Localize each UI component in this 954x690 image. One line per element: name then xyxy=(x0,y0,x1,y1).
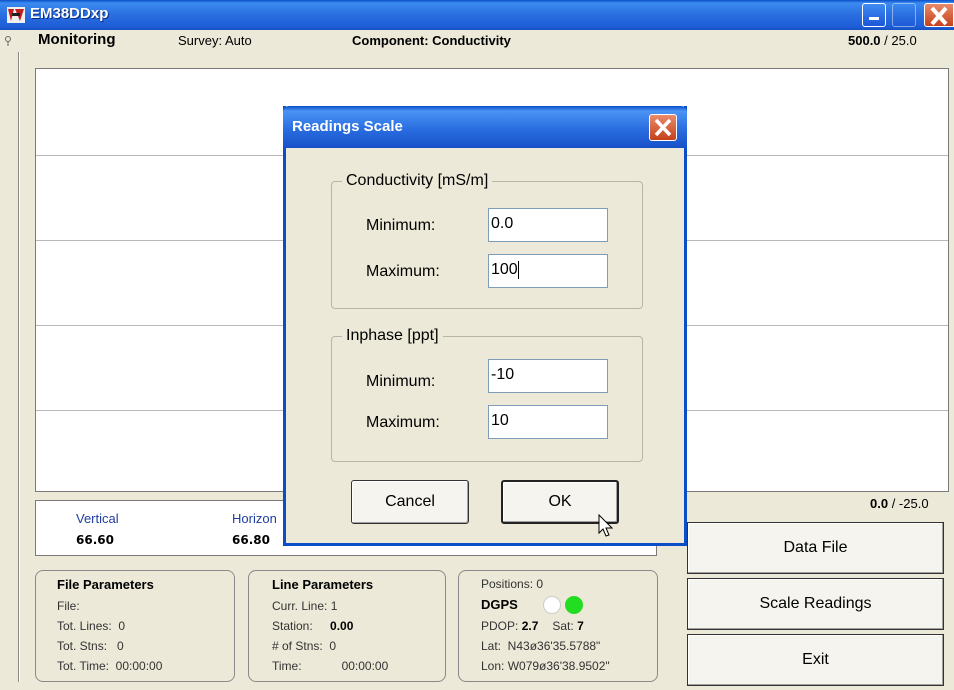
gps-group: Positions: 0 DGPS PDOP: 2.7 Sat: 7 Lat: N… xyxy=(458,570,658,682)
inphase-group: Inphase [ppt] Minimum: -10 Maximum: 10 xyxy=(331,327,643,462)
dialog-title: Readings Scale xyxy=(292,118,403,135)
line-parameters-group: Line Parameters Curr. Line: 1 Station: 0… xyxy=(248,570,446,682)
dgps-indicator-white xyxy=(543,596,561,614)
num-stations: # of Stns: 0 xyxy=(272,639,337,653)
close-icon xyxy=(654,118,672,137)
window-titlebar: EM38DDxp xyxy=(0,0,954,30)
conductivity-group: Conductivity [mS/m] Minimum: 0.0 Maximum… xyxy=(331,172,643,309)
positions-count: Positions: 0 xyxy=(481,577,544,591)
file-parameters-group: File Parameters File: Tot. Lines: 0 Tot.… xyxy=(35,570,235,682)
scale-top: 500.0 / 25.0 xyxy=(848,33,917,48)
scale-bottom: 0.0 / -25.0 xyxy=(870,496,929,511)
latitude: Lat: N43ø36'35.5788" xyxy=(481,639,601,653)
inph-min-input[interactable]: -10 xyxy=(488,359,608,393)
vertical-label: Vertical xyxy=(76,511,119,526)
survey-mode: Survey: Auto xyxy=(178,33,252,48)
station-row: Station: 0.00 xyxy=(272,619,354,633)
horizontal-label: Horizon xyxy=(232,511,277,526)
inph-max-label: Maximum: xyxy=(366,414,440,431)
component-label: Component: Conductivity xyxy=(352,33,511,48)
current-line: Curr. Line: 1 xyxy=(272,599,338,613)
inph-max-input[interactable]: 10 xyxy=(488,405,608,439)
app-icon xyxy=(7,7,25,23)
conductivity-legend: Conductivity [mS/m] xyxy=(342,172,493,190)
longitude: Lon: W079ø36'38.9502" xyxy=(481,659,610,673)
cond-max-input[interactable]: 100 xyxy=(488,254,608,288)
scale-readings-button[interactable]: Scale Readings xyxy=(687,578,944,630)
mouse-cursor-icon xyxy=(598,514,614,537)
cancel-button[interactable]: Cancel xyxy=(351,480,469,524)
line-parameters-title: Line Parameters xyxy=(272,577,374,592)
cond-min-input[interactable]: 0.0 xyxy=(488,208,608,242)
exit-button[interactable]: Exit xyxy=(687,634,944,686)
readings-scale-dialog: Readings Scale Conductivity [mS/m] Minim… xyxy=(283,106,687,546)
dialog-titlebar: Readings Scale xyxy=(283,106,687,148)
dgps-indicator-green xyxy=(565,596,583,614)
panel-title: Monitoring xyxy=(38,31,116,48)
window-title: EM38DDxp xyxy=(30,5,109,22)
horizontal-value: 66.80 xyxy=(232,533,270,547)
panel-rail xyxy=(18,52,20,682)
inph-min-label: Minimum: xyxy=(366,373,436,390)
data-file-button[interactable]: Data File xyxy=(687,522,944,574)
close-button[interactable] xyxy=(924,3,954,27)
pin-icon xyxy=(5,36,11,46)
total-stations: Tot. Stns: 0 xyxy=(57,639,124,653)
vertical-value: 66.60 xyxy=(76,533,114,547)
maximize-button[interactable] xyxy=(892,3,916,27)
total-time: Tot. Time: 00:00:00 xyxy=(57,659,163,673)
cond-max-label: Maximum: xyxy=(366,263,440,280)
pdop-row: PDOP: 2.7 Sat: 7 xyxy=(481,619,584,633)
file-parameters-title: File Parameters xyxy=(57,577,154,592)
dialog-close-button[interactable] xyxy=(649,114,677,141)
close-icon xyxy=(930,6,948,26)
dgps-label: DGPS xyxy=(481,597,518,612)
minimize-button[interactable] xyxy=(862,3,886,27)
time-row: Time: 00:00:00 xyxy=(272,659,389,673)
monitoring-header: Monitoring Survey: Auto Component: Condu… xyxy=(0,30,954,52)
total-lines: Tot. Lines: 0 xyxy=(57,619,126,633)
cond-min-label: Minimum: xyxy=(366,217,436,234)
inphase-legend: Inphase [ppt] xyxy=(342,327,443,345)
file-name: File: xyxy=(57,599,80,613)
